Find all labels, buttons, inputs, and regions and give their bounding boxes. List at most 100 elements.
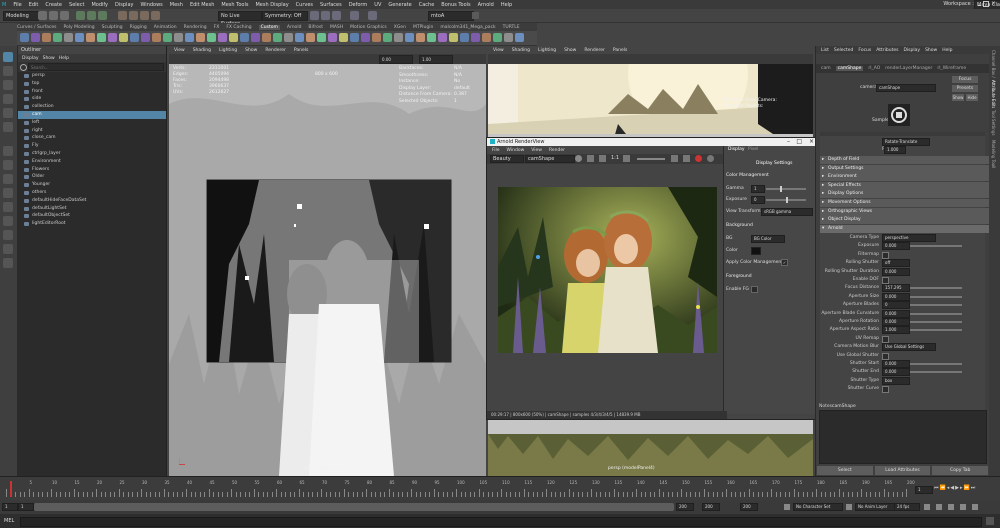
menu-curves[interactable]: Curves [296,2,313,8]
renderview-minimize-icon[interactable]: – [787,138,790,146]
viewport-menu-show[interactable]: Show [564,48,576,53]
bg-color-swatch[interactable] [751,247,761,255]
right-tab-attribute-editor[interactable]: Attribute Editor [991,80,996,108]
film-fit-select[interactable]: Rotate-Translate [882,138,930,146]
outliner-item[interactable]: others [18,189,166,197]
shelf-tool-icon[interactable] [196,33,205,42]
snap-point-icon[interactable] [140,11,149,20]
shelf-tool-icon[interactable] [31,33,40,42]
shelf-tool-icon[interactable] [482,33,491,42]
character-set-select[interactable]: No Character Set [793,503,843,511]
shelf-tool-icon[interactable] [273,33,282,42]
ae-tab-renderlayermanager[interactable]: renderLayerManager [885,66,932,71]
shelf-tool-icon[interactable] [86,33,95,42]
color-picker-icon[interactable] [671,155,678,162]
ae-menu-focus[interactable]: Focus [858,48,871,53]
arnold-attr-slider[interactable] [910,295,962,298]
shelf-tool-icon[interactable] [53,33,62,42]
shelf-tool-icon[interactable] [416,33,425,42]
anim-prefs-icon[interactable] [972,504,978,510]
apply-color-management-checkbox[interactable]: ✓ [781,259,788,266]
shelf-tool-icon[interactable] [295,33,304,42]
menu-set-select[interactable]: Modeling [3,11,39,21]
bg-select[interactable]: BG Color [751,235,785,243]
section-environment[interactable]: ▸ Environment [820,173,993,182]
outliner-item[interactable]: side [18,95,166,103]
shelf-tool-icon[interactable] [174,33,183,42]
exposure-slider-knob[interactable] [786,197,788,203]
camera-select[interactable]: camShape [525,155,575,163]
menu-windows[interactable]: Windows [140,2,162,8]
snap-plane-icon[interactable] [151,11,160,20]
outliner-menu-show[interactable]: Show [43,56,55,61]
viewport-menu-lighting[interactable]: Lighting [538,48,556,53]
arnold-attr-checkbox[interactable] [882,251,889,259]
arnold-attr-slider[interactable] [910,363,962,365]
section-output-settings[interactable]: ▸ Output Settings [820,164,993,173]
shelf-tool-icon[interactable] [317,33,326,42]
ae-tab-cam[interactable]: cam [821,66,831,71]
shelf-tool-icon[interactable] [405,33,414,42]
command-input[interactable] [20,517,982,527]
live-surface-select[interactable]: No Live Surface [218,11,262,27]
aov-select[interactable]: Beauty [490,155,524,163]
enable-fg-checkbox[interactable] [751,286,758,293]
hypershade-icon[interactable] [350,11,359,20]
arnold-attr-slider[interactable] [910,287,962,290]
select-hierarchy-icon[interactable] [76,11,85,20]
outliner-item[interactable]: Younger [18,181,166,189]
render-mode-icon[interactable] [575,155,582,162]
new-scene-icon[interactable] [38,11,47,20]
current-time-indicator[interactable] [10,481,12,497]
ipr-render-icon[interactable] [321,11,330,20]
arnold-attr-checkbox[interactable] [882,386,889,394]
ae-tab-rl-wireframe[interactable]: rl_Wireframe [937,66,966,71]
exposure-field[interactable]: 0 [751,196,765,204]
viewport-menu-panels[interactable]: Panels [294,48,308,53]
hypershade-layout-icon[interactable] [3,216,13,226]
shelf-tab-sculpting[interactable]: Sculpting [102,25,123,30]
view-transform-select[interactable]: sRGB gamma [761,208,813,216]
shelf-tool-icon[interactable] [64,33,73,42]
ratio-label[interactable]: 1:1 [611,155,619,161]
menu-mesh-tools[interactable]: Mesh Tools [221,2,248,8]
histogram-icon[interactable] [683,155,690,162]
outliner-item[interactable]: top [18,80,166,88]
shelf-tool-icon[interactable] [361,33,370,42]
save-scene-icon[interactable] [60,11,69,20]
shelf-tool-icon[interactable] [427,33,436,42]
audio-icon[interactable] [936,504,942,510]
section-arnold[interactable]: ▾ Arnold [820,224,993,233]
select-button[interactable]: Select [817,466,873,475]
render-frame-icon[interactable] [310,11,319,20]
key-tangent-icon[interactable] [948,504,954,510]
uv-layout-icon[interactable] [3,230,13,240]
viewport-cam[interactable]: View Shading Lighting Show Renderer Panels 0.… [169,46,486,476]
ae-menu-display[interactable]: Display [903,48,920,53]
arnold-attr-slider[interactable] [910,321,962,323]
shelf-tool-icon[interactable] [218,33,227,42]
arnold-attr-slider[interactable] [910,312,962,315]
rendered-image[interactable] [498,187,717,353]
shelf-tool-icon[interactable] [383,33,392,42]
end-time-field[interactable]: 200 [702,503,720,511]
menu-deform[interactable]: Deform [349,2,368,8]
viewport-menu-show[interactable]: Show [245,48,257,53]
outliner-item[interactable]: persp [18,72,166,80]
shelf-tool-icon[interactable] [141,33,150,42]
viewport-menu-panels[interactable]: Panels [613,48,627,53]
fps-select[interactable]: 24 fps [894,503,920,511]
ae-tab-camshape[interactable]: camShape [835,66,864,71]
shelf-tab-motion-graphics[interactable]: Motion Graphics [350,25,387,30]
menu-display[interactable]: Display [115,2,133,8]
shelf-tab-xgen[interactable]: XGen [394,25,406,30]
far-clip-field[interactable]: 1.00 [419,55,453,64]
exposure-slider[interactable] [637,158,665,160]
select-component-icon[interactable] [98,11,107,20]
shelf-tool-icon[interactable] [504,33,513,42]
arnold-attr-field[interactable]: 0.000 [882,360,910,368]
shelf-tool-icon[interactable] [372,33,381,42]
menu-generate[interactable]: Generate [388,2,411,8]
graph-layout-icon[interactable] [3,202,13,212]
gamma-slider-knob[interactable] [780,186,782,192]
